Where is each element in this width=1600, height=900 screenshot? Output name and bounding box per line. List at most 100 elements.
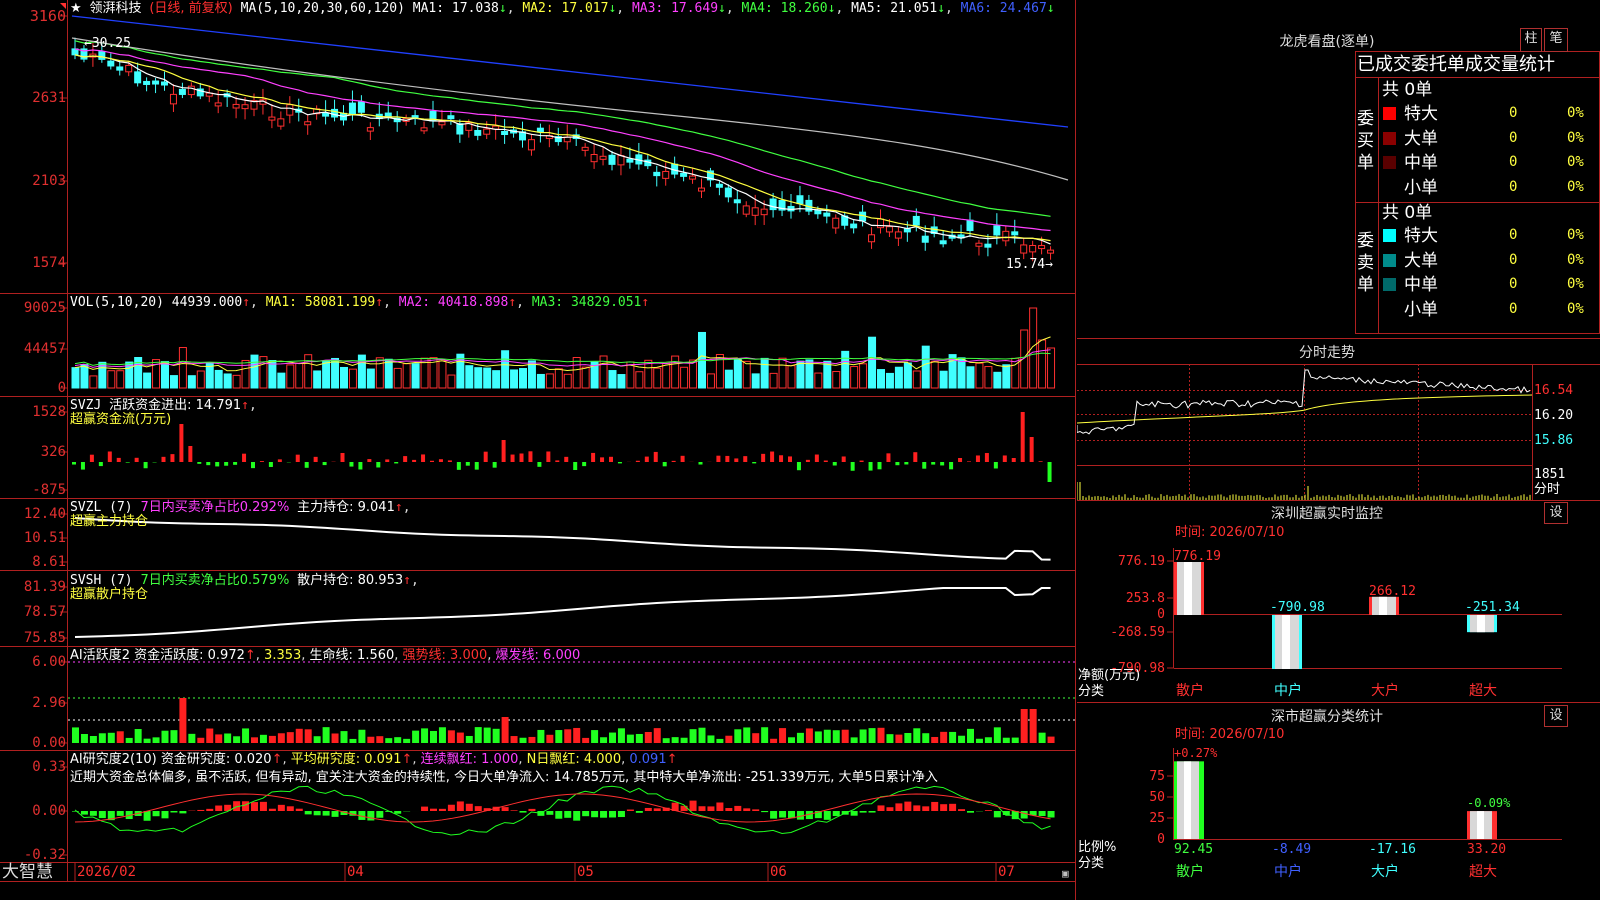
ai-research-header: AI研究度2(10) 资金研究度: 0.020↑, 平均研究度: 0.091↑,… [70,752,678,767]
candle [662,170,670,179]
flow-bar [940,462,945,466]
research-bar [143,811,151,821]
flow-bar [349,462,354,467]
intraday-price-mid: 16.20 [1534,408,1574,423]
longhu-header: 已成交委托单成交量统计 [1357,54,1555,75]
volume-bar [653,367,662,389]
ai-active-e: 爆发线: 6.000 [495,648,581,663]
color-swatch [1383,253,1396,267]
flow-bar [877,462,882,470]
research-bar [770,811,778,819]
flow-bar [761,453,766,462]
row-count: 0 [1509,251,1518,268]
candle [483,128,491,135]
intraday-title[interactable]: 分时走势 [1237,342,1417,362]
flow-bar [796,462,801,471]
volume-bar [169,375,178,389]
activity-bar [859,729,867,743]
activity-bar [403,738,411,743]
volume-bar [277,372,286,389]
row-label: 中单 [1404,275,1438,295]
volume-bar [751,373,760,389]
flow-bar [465,462,470,466]
activity-bar [510,736,518,743]
stock-name[interactable]: 领湃科技 [89,1,141,16]
volume-bar [689,359,698,389]
tick-mode-button[interactable]: 笔 [1544,28,1568,52]
flow-bar [582,462,587,467]
monitor-category-label: 超大 [1469,683,1497,699]
activity-bar [277,733,285,743]
research-bar [779,811,787,818]
row-percent: 0% [1567,300,1584,317]
chart-area[interactable]: 3160 2631 2103 1574 90025 44457 0 1528 3… [0,0,1076,900]
activity-bar [358,729,366,743]
vol-title: VOL(5,10,20) [70,295,164,310]
candle [769,198,777,211]
activity-bar [886,734,894,743]
ai-research-tick: 0.33 [32,759,66,775]
price-tick: 3160 [29,7,66,25]
flow-bar [617,462,622,464]
research-bar [367,811,375,821]
volume-bar [787,365,796,389]
research-bar [72,811,79,812]
research-bar [868,811,876,813]
research-bar [555,811,563,819]
candle [698,187,705,192]
monitor-value-label: -790.98 [1270,600,1325,615]
flow-bar [1038,461,1043,462]
activity-bar [788,737,795,743]
research-bar [635,811,643,813]
research-bar [877,805,885,811]
flow-bar [528,451,533,462]
flow-bar [474,462,479,470]
volume-bar [554,368,563,389]
row-label: 中单 [1404,153,1438,173]
monitor-category-label: 中户 [1274,682,1302,699]
flow-bar [313,456,318,462]
bar-mode-button[interactable]: 柱 [1520,28,1542,52]
high-price-label: ←30.25 [84,36,131,51]
research-bar [734,805,742,811]
research-bar [752,809,760,811]
flow-bar [438,459,443,462]
vol-tick: 90025 [23,300,66,316]
star-icon[interactable]: ★ [70,1,82,16]
longhu-row: 特大 0 0% [1379,103,1599,125]
candle [116,66,124,71]
period-label[interactable]: (日线, 前复权) [149,1,232,16]
activity-bar [501,717,509,743]
volume-bar [912,370,921,389]
intraday-price-high: 16.54 [1534,383,1574,398]
down-arrow-icon: ↓ [827,1,836,16]
flow-bar [197,462,202,464]
activity-bar [698,727,706,743]
ai-active-header: AI活跃度2 资金活跃度: 0.972↑, 3.353, 生命线: 1.560,… [70,648,581,663]
lock-icon[interactable]: ▣ [1062,866,1069,881]
flow-bar [242,453,247,462]
category-settings-button[interactable]: 设 [1544,705,1568,727]
monitor-bar [1272,615,1302,670]
row-percent: 0% [1567,105,1584,121]
volume-bar [662,362,671,389]
research-bar [259,801,267,811]
ai-research-d: N日飘红: 4.000 [526,752,622,767]
flow-bar [501,440,506,462]
activity-bar [617,728,625,743]
monitor-settings-button[interactable]: 设 [1544,502,1568,524]
ma2-value: MA2: 17.017 [522,1,609,16]
volume-bar [483,367,492,389]
research-bar [617,811,625,818]
flow-bar [510,454,515,462]
volume-bar [975,362,984,389]
activity-bar [671,737,679,743]
color-swatch [1383,156,1396,169]
volume-bar [796,360,805,389]
activity-bar [805,728,813,743]
down-arrow-icon: ↓ [498,1,507,16]
candle [536,127,544,133]
flow-bar [98,462,103,467]
activity-bar [546,734,554,743]
svzl-ratio: 7日内买卖净占比0.292% [140,500,290,515]
